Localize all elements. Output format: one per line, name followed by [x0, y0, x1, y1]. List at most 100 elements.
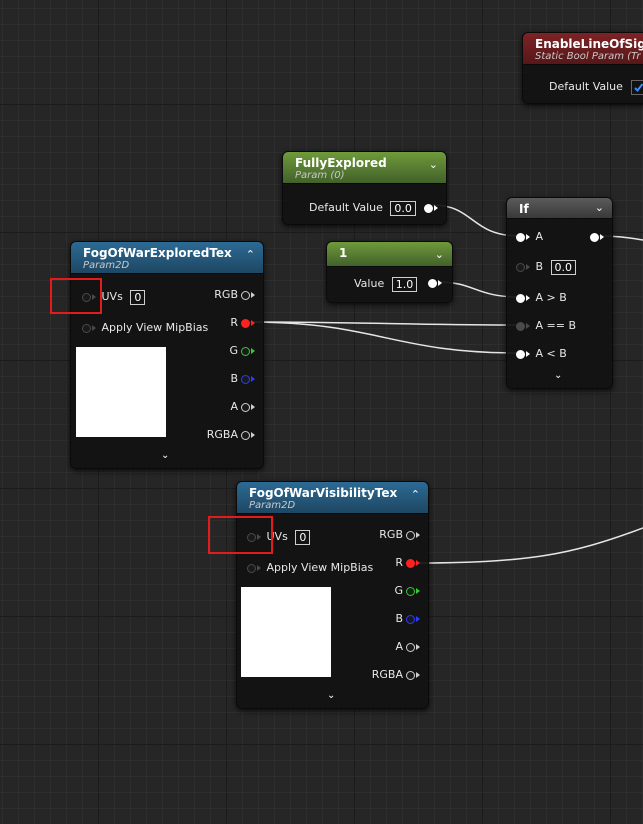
- pin-arrow-icon: [416, 672, 420, 678]
- node-header[interactable]: FogOfWarVisibilityTex Param2D ⌃: [237, 482, 428, 514]
- input-agtb-row[interactable]: A > B: [516, 290, 567, 306]
- output-g-pin[interactable]: [241, 346, 250, 356]
- output-a-pin[interactable]: [406, 642, 415, 652]
- output-rgba-pin[interactable]: [406, 670, 415, 680]
- output-pin-circle[interactable]: [590, 232, 599, 242]
- default-value-row: Default Value: [549, 79, 643, 95]
- pin-arrow-icon: [251, 404, 255, 410]
- node-title: FogOfWarExploredTex: [83, 246, 232, 260]
- mipbias-input-pin[interactable]: [82, 323, 91, 333]
- output-r-row[interactable]: R: [230, 315, 255, 331]
- output-rgb-pin[interactable]: [241, 290, 250, 300]
- input-pin-altb[interactable]: [516, 349, 525, 359]
- pin-arrow-icon: [251, 376, 255, 382]
- pin-arrow-icon: [416, 644, 420, 650]
- input-pin-b[interactable]: [516, 262, 525, 272]
- output-a-label: A: [230, 400, 238, 413]
- chevron-down-icon[interactable]: ⌄: [429, 158, 438, 171]
- output-rgb-pin[interactable]: [406, 530, 415, 540]
- output-rgba-row[interactable]: RGBA: [372, 667, 420, 683]
- input-pin-a[interactable]: [516, 232, 525, 242]
- mipbias-input-pin[interactable]: [247, 563, 256, 573]
- output-b-row[interactable]: B: [395, 611, 420, 627]
- pin-arrow-icon: [251, 348, 255, 354]
- input-pin-agtb[interactable]: [516, 293, 525, 303]
- chevron-down-icon[interactable]: ⌄: [327, 690, 335, 701]
- output-a-row[interactable]: A: [395, 639, 420, 655]
- input-pin-aeqb[interactable]: [516, 321, 525, 331]
- pin-arrow-icon: [416, 560, 420, 566]
- chevron-down-icon[interactable]: ⌄: [435, 248, 444, 261]
- node-fog-explored-tex[interactable]: FogOfWarExploredTex Param2D ⌃ UVs 0 Appl…: [70, 241, 264, 469]
- chevron-down-icon[interactable]: ⌄: [595, 201, 604, 214]
- node-subtitle: Param (0): [295, 170, 345, 181]
- pin-arrow-icon: [526, 264, 530, 270]
- if-output-pin[interactable]: [590, 229, 604, 245]
- input-b-value[interactable]: 0.0: [550, 259, 577, 275]
- wire-explored-r-to-if-altb[interactable]: [245, 321, 521, 354]
- pin-arrow-icon: [526, 323, 530, 329]
- pin-arrow-icon: [416, 588, 420, 594]
- node-header[interactable]: 1 ⌄: [327, 242, 452, 267]
- mipbias-row[interactable]: Apply View MipBias: [247, 560, 373, 576]
- output-r-pin[interactable]: [241, 318, 250, 328]
- chevron-up-icon[interactable]: ⌃: [411, 488, 420, 501]
- chevron-down-icon[interactable]: ⌄: [161, 450, 169, 461]
- default-value-input[interactable]: 0.0: [390, 200, 416, 216]
- node-header[interactable]: FullyExplored Param (0) ⌄: [283, 152, 446, 184]
- pin-arrow-icon: [251, 432, 255, 438]
- output-pin[interactable]: [428, 275, 442, 291]
- output-pin[interactable]: [424, 200, 438, 216]
- pin-arrow-icon: [600, 234, 604, 240]
- default-value-checkbox[interactable]: [631, 79, 643, 95]
- node-fully-explored[interactable]: FullyExplored Param (0) ⌄ Default Value …: [282, 151, 447, 225]
- input-altb-row[interactable]: A < B: [516, 346, 567, 362]
- input-b-row[interactable]: B 0.0: [516, 259, 577, 275]
- output-r-row[interactable]: R: [395, 555, 420, 571]
- output-rgb-row[interactable]: RGB: [214, 287, 255, 303]
- output-rgba-label: RGBA: [206, 428, 238, 441]
- input-altb-label: A < B: [535, 347, 567, 360]
- pin-arrow-icon: [526, 234, 530, 240]
- output-b-row[interactable]: B: [230, 371, 255, 387]
- chevron-down-icon[interactable]: ⌄: [554, 370, 562, 381]
- input-b-label: B: [535, 260, 544, 273]
- node-header[interactable]: EnableLineOfSight Static Bool Param (Tr: [523, 33, 643, 65]
- output-rgb-row[interactable]: RGB: [379, 527, 420, 543]
- input-a-row[interactable]: A: [516, 229, 543, 245]
- mipbias-row[interactable]: Apply View MipBias: [82, 320, 208, 336]
- output-rgba-row[interactable]: RGBA: [207, 427, 255, 443]
- output-r-pin[interactable]: [406, 558, 415, 568]
- pin-arrow-icon: [526, 295, 530, 301]
- uvs-value[interactable]: 0: [130, 289, 146, 305]
- pin-arrow-icon: [92, 325, 96, 331]
- output-g-pin[interactable]: [406, 586, 415, 596]
- input-aeqb-row[interactable]: A == B: [516, 318, 576, 334]
- wire-explored-r-to-if-aeqb[interactable]: [245, 321, 521, 326]
- output-pin-circle[interactable]: [428, 278, 437, 288]
- node-header[interactable]: If ⌄: [507, 198, 612, 219]
- output-a-pin[interactable]: [241, 402, 250, 412]
- chevron-up-icon[interactable]: ⌃: [246, 248, 255, 261]
- node-if[interactable]: If ⌄ A B 0.0 A > B A == B A < B ⌄: [506, 197, 613, 389]
- output-g-row[interactable]: G: [394, 583, 420, 599]
- output-b-pin[interactable]: [406, 614, 415, 624]
- value-input[interactable]: 1.0: [391, 276, 418, 292]
- default-value-label: Default Value: [309, 201, 383, 214]
- output-b-pin[interactable]: [241, 374, 250, 384]
- uvs-value[interactable]: 0: [295, 529, 311, 545]
- node-constant-one[interactable]: 1 ⌄ Value 1.0: [326, 241, 453, 303]
- node-subtitle: Param2D: [249, 500, 296, 511]
- output-pin-circle[interactable]: [424, 203, 433, 213]
- wire-visibility-r-right[interactable]: [409, 527, 643, 564]
- uvs-highlight-box-explored: [50, 278, 102, 314]
- pin-arrow-icon: [416, 532, 420, 538]
- node-enable-line-of-sight[interactable]: EnableLineOfSight Static Bool Param (Tr …: [522, 32, 643, 104]
- node-header[interactable]: FogOfWarExploredTex Param2D ⌃: [71, 242, 263, 274]
- uvs-label: UVs: [101, 290, 123, 303]
- output-rgba-pin[interactable]: [241, 430, 250, 440]
- output-g-row[interactable]: G: [229, 343, 255, 359]
- output-a-row[interactable]: A: [230, 399, 255, 415]
- output-a-label: A: [395, 640, 403, 653]
- input-a-label: A: [535, 230, 544, 243]
